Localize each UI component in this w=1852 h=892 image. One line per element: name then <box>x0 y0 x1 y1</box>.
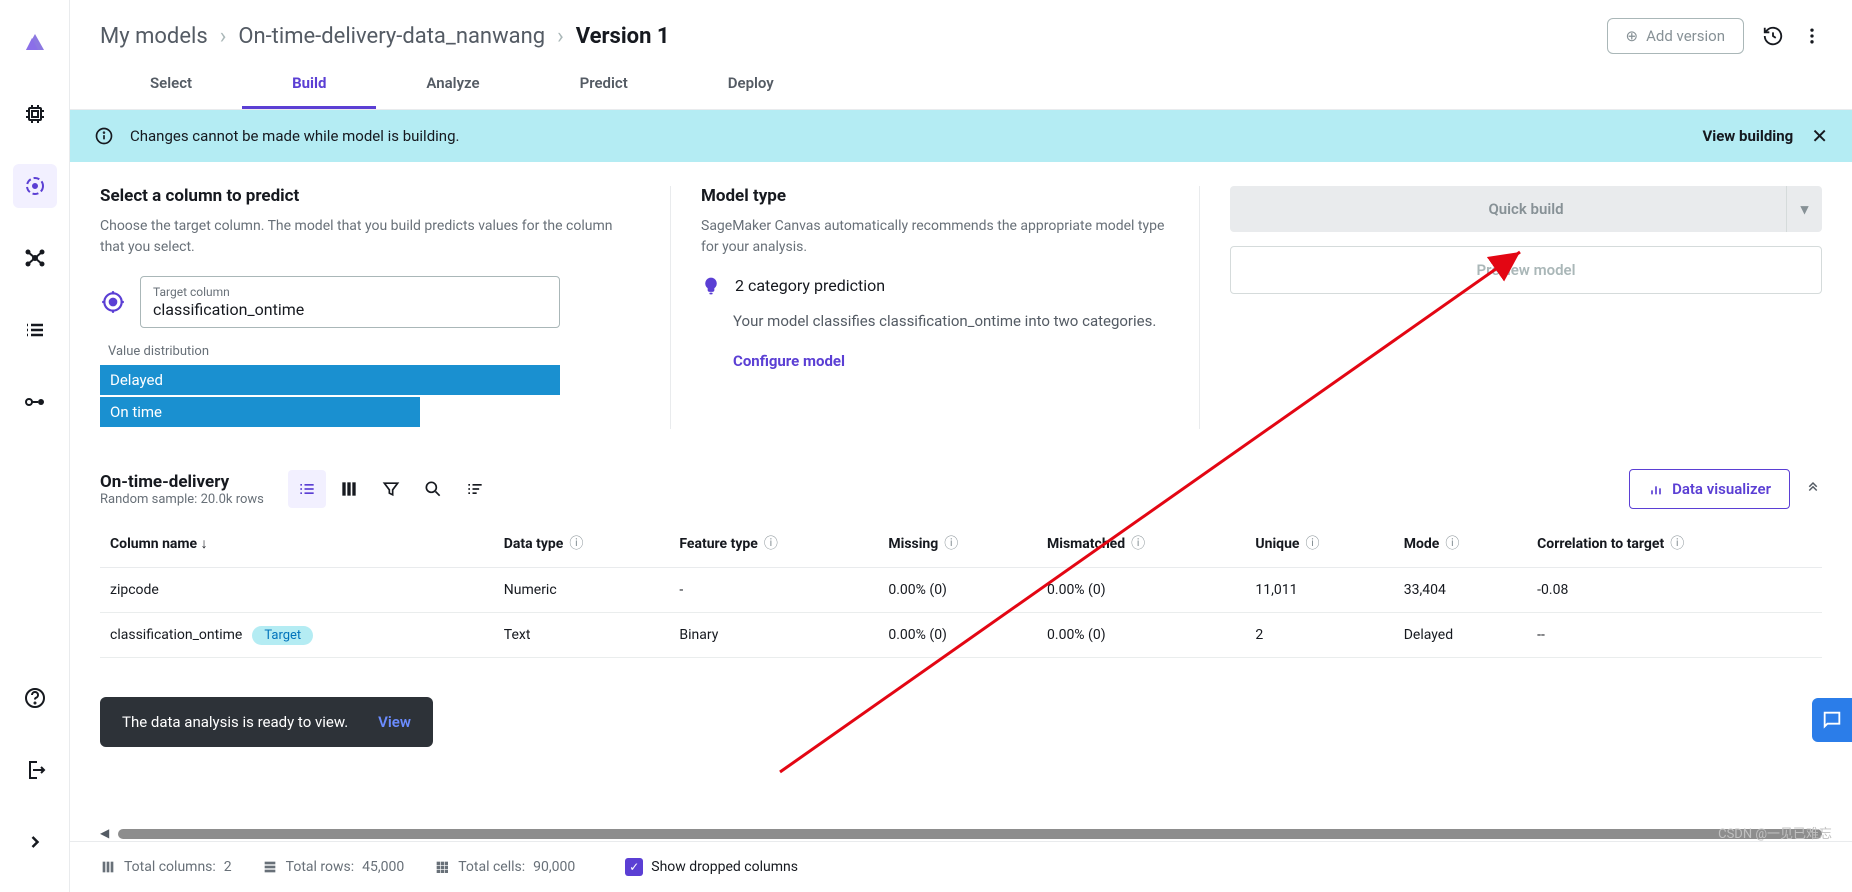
data-visualizer-button[interactable]: Data visualizer <box>1629 469 1790 509</box>
columns-table: Column name ↓ Data typeⓘ Feature typeⓘ M… <box>100 519 1822 658</box>
breadcrumb: My models › On-time-delivery-data_nanwan… <box>100 24 670 49</box>
model-type-desc: SageMaker Canvas automatically recommend… <box>701 216 1169 258</box>
info-banner: Changes cannot be made while model is bu… <box>70 110 1852 162</box>
chat-icon[interactable] <box>1812 698 1852 742</box>
lightbulb-icon <box>701 276 721 296</box>
distribution-bar: On time <box>100 397 420 427</box>
checkbox-icon: ✓ <box>625 858 643 876</box>
nav-help-icon[interactable] <box>13 676 57 720</box>
prediction-desc: Your model classifies classification_ont… <box>733 310 1169 333</box>
table-row[interactable]: classification_ontimeTarget Text Binary … <box>100 613 1822 658</box>
target-icon <box>100 289 126 315</box>
total-rows-stat: Total rows: 45,000 <box>262 859 405 875</box>
chart-icon <box>1648 481 1664 497</box>
value-distribution-label: Value distribution <box>108 344 640 359</box>
footer-stats: Total columns: 2 Total rows: 45,000 Tota… <box>70 841 1852 892</box>
breadcrumb-version: Version 1 <box>576 24 670 49</box>
nav-flow-icon[interactable] <box>13 380 57 424</box>
history-icon[interactable] <box>1762 25 1784 47</box>
table-header[interactable]: Correlation to targetⓘ <box>1527 519 1822 568</box>
view-building-link[interactable]: View building <box>1702 127 1793 145</box>
tabs: Select Build Analyze Predict Deploy <box>70 60 1852 110</box>
tab-deploy[interactable]: Deploy <box>678 60 824 109</box>
kebab-menu-icon[interactable] <box>1802 26 1822 46</box>
scroll-left-icon[interactable]: ◀ <box>100 826 109 840</box>
close-icon[interactable]: ✕ <box>1811 124 1828 148</box>
nav-chip-icon[interactable] <box>13 92 57 136</box>
list-view-icon[interactable] <box>288 470 326 508</box>
add-version-button[interactable]: ⊕ Add version <box>1607 18 1744 54</box>
table-header[interactable]: Uniqueⓘ <box>1245 519 1393 568</box>
horizontal-scrollbar[interactable]: ◀ <box>100 827 1822 841</box>
nav-logout-icon[interactable] <box>13 748 57 792</box>
target-badge: Target <box>252 626 313 645</box>
table-header[interactable]: Missingⓘ <box>878 519 1037 568</box>
left-nav <box>0 0 70 892</box>
show-dropped-checkbox[interactable]: ✓Show dropped columns <box>625 858 798 876</box>
chevron-right-icon: › <box>557 24 564 49</box>
configure-model-link[interactable]: Configure model <box>733 352 845 370</box>
tab-analyze[interactable]: Analyze <box>376 60 529 109</box>
table-header[interactable]: Feature typeⓘ <box>669 519 878 568</box>
distribution-bar: Delayed <box>100 365 560 395</box>
info-icon <box>94 126 114 146</box>
watermark-text: CSDN @一见已难忘 <box>1718 823 1832 842</box>
scrollbar-thumb[interactable] <box>118 829 1822 839</box>
breadcrumb-model[interactable]: On-time-delivery-data_nanwang <box>238 24 545 49</box>
dataset-title: On-time-delivery <box>100 472 264 492</box>
select-column-desc: Choose the target column. The model that… <box>100 216 640 258</box>
nav-collapse-icon[interactable] <box>13 820 57 864</box>
total-cells-stat: Total cells: 90,000 <box>434 859 575 875</box>
chevron-down-icon[interactable]: ▾ <box>1786 186 1822 232</box>
select-column-heading: Select a column to predict <box>100 186 640 206</box>
toast-notification: The data analysis is ready to view. View <box>100 697 433 747</box>
nav-graph-icon[interactable] <box>13 236 57 280</box>
breadcrumb-root[interactable]: My models <box>100 24 208 49</box>
sort-icon[interactable] <box>456 470 494 508</box>
tab-build[interactable]: Build <box>242 60 376 109</box>
banner-message: Changes cannot be made while model is bu… <box>130 127 459 145</box>
target-column-field[interactable]: Target column classification_ontime <box>140 276 560 328</box>
tab-select[interactable]: Select <box>100 60 242 109</box>
nav-list-icon[interactable] <box>13 308 57 352</box>
table-header[interactable]: Data typeⓘ <box>494 519 670 568</box>
tab-predict[interactable]: Predict <box>530 60 678 109</box>
expand-icon[interactable] <box>1804 480 1822 498</box>
table-header[interactable]: Mismatchedⓘ <box>1037 519 1245 568</box>
nav-target-icon[interactable] <box>13 164 57 208</box>
search-icon[interactable] <box>414 470 452 508</box>
grid-view-icon[interactable] <box>330 470 368 508</box>
toast-message: The data analysis is ready to view. <box>122 713 348 731</box>
table-header[interactable]: Modeⓘ <box>1394 519 1527 568</box>
prediction-title: 2 category prediction <box>735 276 885 295</box>
nav-logo-icon[interactable] <box>13 20 57 64</box>
target-column-value: classification_ontime <box>153 300 547 319</box>
chevron-right-icon: › <box>220 24 227 49</box>
preview-model-button[interactable]: Preview model <box>1230 246 1822 294</box>
plus-icon: ⊕ <box>1626 27 1639 45</box>
filter-icon[interactable] <box>372 470 410 508</box>
model-type-heading: Model type <box>701 186 1169 206</box>
target-column-label: Target column <box>153 285 230 299</box>
quick-build-button[interactable]: Quick build ▾ <box>1230 186 1822 232</box>
total-columns-stat: Total columns: 2 <box>100 859 232 875</box>
table-header[interactable]: Column name ↓ <box>100 519 494 568</box>
toast-view-link[interactable]: View <box>378 713 411 731</box>
dataset-sample: Random sample: 20.0k rows <box>100 492 264 507</box>
table-row[interactable]: zipcode Numeric - 0.00% (0) 0.00% (0) 11… <box>100 568 1822 613</box>
